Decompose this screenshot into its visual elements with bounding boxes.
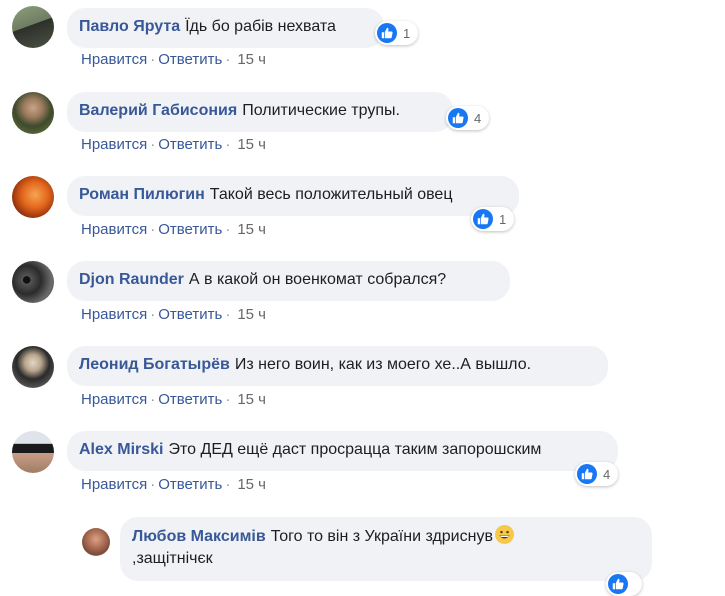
comment-author[interactable]: Роман Пилюгин (79, 186, 205, 203)
timestamp[interactable]: 15 ч (237, 306, 266, 323)
comment-text: Из него воин, как из моего хе..А вышло. (234, 356, 532, 373)
reaction-count[interactable]: 1 (471, 207, 515, 231)
separator: · (150, 136, 156, 153)
reaction-count[interactable]: 4 (575, 462, 619, 486)
grinning-face-icon (494, 525, 514, 544)
comment-actions: Нравится · Ответить · 15 ч (81, 51, 266, 68)
comment-bubble: Павло Ярута Їдь бо рабів нехвата (67, 8, 384, 48)
separator: · (150, 306, 156, 323)
comment-author[interactable]: Павло Ярута (79, 18, 180, 35)
comment-text: Политические трупы. (242, 102, 400, 119)
separator: · (225, 476, 231, 493)
avatar[interactable] (12, 431, 54, 473)
timestamp[interactable]: 15 ч (237, 476, 266, 493)
reaction-count[interactable]: 4 (446, 106, 490, 130)
timestamp[interactable]: 15 ч (237, 221, 266, 238)
reply-link[interactable]: Ответить (158, 136, 222, 153)
comment-text-continued: ,защітнічєк (132, 550, 213, 567)
comment-author[interactable]: Леонид Богатырёв (79, 356, 230, 373)
timestamp[interactable]: 15 ч (237, 51, 266, 68)
comment-actions: Нравится · Ответить · 15 ч (81, 391, 266, 408)
separator: · (150, 476, 156, 493)
separator: · (150, 391, 156, 408)
comment-author[interactable]: Djon Raunder (79, 271, 184, 288)
avatar[interactable] (12, 176, 54, 218)
thumbs-up-icon (377, 23, 397, 43)
avatar[interactable] (12, 261, 54, 303)
thumbs-up-icon (577, 464, 597, 484)
timestamp[interactable]: 15 ч (237, 136, 266, 153)
separator: · (225, 306, 231, 323)
reply-link[interactable]: Ответить (158, 476, 222, 493)
like-link[interactable]: Нравится (81, 51, 147, 68)
reply-link[interactable]: Ответить (158, 221, 222, 238)
comment-bubble: Роман Пилюгин Такой весь положительный ов… (67, 176, 519, 216)
like-link[interactable]: Нравится (81, 476, 147, 493)
comment-author[interactable]: Любов Максимів (132, 528, 266, 545)
separator: · (225, 221, 231, 238)
comment-bubble: Djon Raunder А в какой он военкомат собра… (67, 261, 510, 301)
reply-link[interactable]: Ответить (158, 51, 222, 68)
reaction-count-value: 4 (474, 110, 482, 126)
comment-actions: Нравится · Ответить · 15 ч (81, 306, 266, 323)
comment-text: Того то він з України здриснув (270, 528, 493, 545)
comment-bubble: Валерий Габисония Политические трупы. (67, 92, 453, 132)
comment-author[interactable]: Валерий Габисония (79, 102, 237, 119)
reaction-count-value: 1 (499, 211, 507, 227)
separator: · (225, 391, 231, 408)
comment-text: Это ДЕД ещё даст просрацца таким запорош… (168, 441, 542, 458)
like-link[interactable]: Нравится (81, 391, 147, 408)
thumbs-up-icon (473, 209, 493, 229)
comment-text: Такой весь положительный овец (209, 186, 453, 203)
comment-text: А в какой он военкомат собрался? (188, 271, 447, 288)
reaction-count[interactable]: 1 (375, 21, 419, 45)
avatar[interactable] (12, 346, 54, 388)
separator: · (225, 51, 231, 68)
avatar[interactable] (12, 92, 54, 134)
like-link[interactable]: Нравится (81, 306, 147, 323)
reply-link[interactable]: Ответить (158, 306, 222, 323)
separator: · (150, 51, 156, 68)
reaction-count[interactable] (606, 572, 642, 596)
reaction-count-value: 1 (403, 25, 411, 41)
avatar[interactable] (12, 6, 54, 48)
avatar[interactable] (82, 528, 110, 556)
thumbs-up-icon (608, 574, 628, 594)
comment-actions: Нравится · Ответить · 15 ч (81, 221, 266, 238)
comment-actions: Нравится · Ответить · 15 ч (81, 476, 266, 493)
separator: · (150, 221, 156, 238)
timestamp[interactable]: 15 ч (237, 391, 266, 408)
comment-bubble: Любов Максимів Того то він з України здри… (120, 517, 652, 581)
reply-link[interactable]: Ответить (158, 391, 222, 408)
like-link[interactable]: Нравится (81, 221, 147, 238)
separator: · (225, 136, 231, 153)
thumbs-up-icon (448, 108, 468, 128)
comment-text: Їдь бо рабів нехвата (185, 18, 336, 35)
comment-actions: Нравится · Ответить · 15 ч (81, 136, 266, 153)
reaction-count-value: 4 (603, 466, 611, 482)
comment-author[interactable]: Alex Mirski (79, 441, 163, 458)
like-link[interactable]: Нравится (81, 136, 147, 153)
comment-bubble: Alex Mirski Это ДЕД ещё даст просрацца та… (67, 431, 618, 471)
comment-bubble: Леонид Богатырёв Из него воин, как из мое… (67, 346, 608, 386)
